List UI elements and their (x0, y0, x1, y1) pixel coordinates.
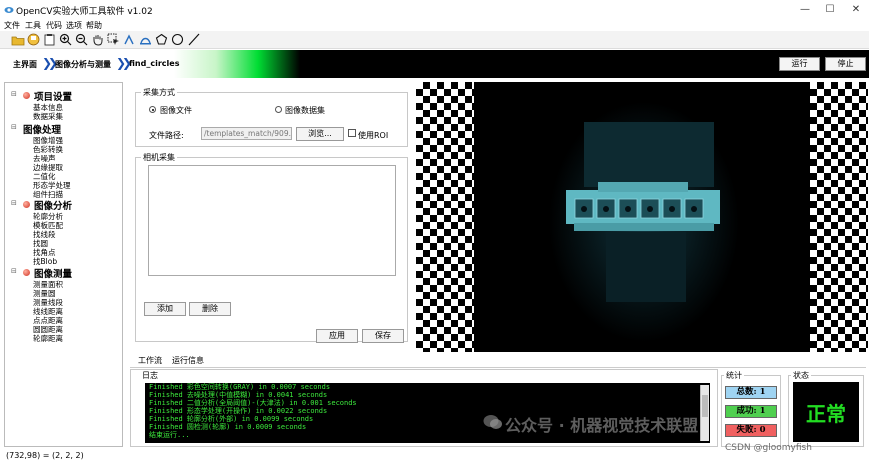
collapse-toggle-icon[interactable]: ⊟ (11, 90, 17, 98)
breadcrumb-current: find_circles (129, 59, 180, 68)
browse-button[interactable]: 浏览... (296, 127, 344, 141)
circle-icon[interactable] (170, 32, 185, 47)
navigation-tree: ⊟ 项目设置 基本信息 数据采集 ⊟ 图像处理 图像增强 色彩转换 去噪声 边缘… (4, 82, 123, 447)
radio-image-dataset[interactable] (275, 106, 282, 113)
checker-border-right (810, 82, 868, 352)
stat-total: 总数: 1 (725, 386, 777, 399)
status-panel: 正常 (793, 382, 859, 442)
menu-options[interactable]: 选项 (66, 20, 82, 31)
tree-item[interactable]: 轮廓距离 (33, 333, 63, 344)
tab-bar: 工作流 运行信息 (130, 355, 360, 367)
checker-border-left (416, 82, 474, 352)
use-roi-label: 使用ROI (358, 131, 389, 140)
log-line: Finished 去噪处理(中值模糊) in 0.0041 seconds (149, 391, 328, 399)
menu-bar: 文件 工具 代码 选项 帮助 (0, 20, 869, 31)
status-value: 正常 (806, 402, 846, 426)
use-roi-checkbox[interactable] (348, 129, 356, 137)
minimize-button[interactable]: — (798, 3, 812, 17)
run-button[interactable]: 运行 (779, 57, 820, 71)
radio-image-file[interactable] (149, 106, 156, 113)
polygon-icon[interactable] (154, 32, 169, 47)
breadcrumb-banner: 主界面 ❯❯ 图像分析与测量 ❯❯ find_circles 运行 停止 (0, 50, 869, 78)
zoom-out-icon[interactable] (74, 32, 89, 47)
title-bar: OpenCV实验大师工具软件 v1.02 — ☐ ✕ (0, 0, 869, 20)
line-icon[interactable] (186, 32, 201, 47)
category-bullet-icon (23, 92, 30, 99)
close-button[interactable]: ✕ (849, 3, 863, 17)
image-viewer[interactable] (416, 82, 868, 352)
tab-workflow[interactable]: 工作流 (138, 355, 162, 366)
collapse-toggle-icon[interactable]: ⊟ (11, 199, 17, 207)
menu-code[interactable]: 代码 (46, 20, 62, 31)
clipboard-icon[interactable] (42, 32, 57, 47)
window-title: OpenCV实验大师工具软件 v1.02 (16, 7, 153, 17)
stat-fail: 失败: 0 (725, 424, 777, 437)
camera-image (474, 82, 810, 352)
category-bullet-icon (23, 201, 30, 208)
credit-text: CSDN @gloomyfish (725, 443, 812, 453)
acquisition-title: 采集方式 (141, 87, 177, 98)
landmark-icon[interactable] (122, 32, 137, 47)
chevron-right-icon: ❯❯ (42, 56, 58, 70)
tree-category[interactable]: 项目设置 (34, 89, 72, 103)
file-path-label: 文件路径: (149, 131, 184, 140)
tree-item[interactable]: 数据采集 (33, 111, 63, 122)
save-icon[interactable] (26, 32, 41, 47)
maximize-button[interactable]: ☐ (823, 3, 837, 17)
log-line: Finished 二值分析(全局阈值)-(大津法) in 0.001 secon… (149, 399, 357, 407)
divider (130, 367, 866, 368)
menu-tools[interactable]: 工具 (25, 20, 41, 31)
camera-list[interactable] (148, 165, 396, 276)
log-title: 日志 (140, 370, 160, 381)
camera-title: 相机采集 (141, 152, 177, 163)
tree-category[interactable]: 图像测量 (34, 266, 72, 280)
chevron-right-icon: ❯❯ (116, 56, 132, 70)
collapse-toggle-icon[interactable]: ⊟ (11, 123, 17, 131)
scroll-thumb[interactable] (702, 395, 708, 417)
radio-image-file-label: 图像文件 (160, 106, 192, 115)
add-button[interactable]: 添加 (144, 302, 186, 316)
app-icon (4, 7, 14, 13)
stat-success: 成功: 1 (725, 405, 777, 418)
delete-button[interactable]: 删除 (189, 302, 231, 316)
stats-title: 统计 (724, 370, 744, 381)
coordinate-readout: (732,98) = (2, 2, 2) (6, 451, 84, 460)
stop-button[interactable]: 停止 (825, 57, 866, 71)
tree-category[interactable]: 图像处理 (23, 122, 61, 136)
watermark-text: 公众号 · 机器视觉技术联盟 (505, 416, 699, 435)
status-title: 状态 (791, 370, 811, 381)
apply-button[interactable]: 应用 (316, 329, 358, 343)
menu-help[interactable]: 帮助 (86, 20, 102, 31)
log-line: Finished 彩色空间转换(GRAY) in 0.0007 seconds (149, 383, 331, 391)
collapse-toggle-icon[interactable]: ⊟ (11, 267, 17, 275)
breadcrumb-home[interactable]: 主界面 (13, 59, 37, 70)
radio-image-dataset-label: 图像数据集 (285, 106, 325, 115)
toolbar (0, 31, 869, 49)
breadcrumb-section[interactable]: 图像分析与测量 (55, 59, 111, 70)
hand-icon[interactable] (90, 32, 105, 47)
category-bullet-icon (23, 269, 30, 276)
tab-run-info[interactable]: 运行信息 (172, 355, 204, 366)
save-button[interactable]: 保存 (362, 329, 404, 343)
tree-category[interactable]: 图像分析 (34, 198, 72, 212)
log-scrollbar[interactable] (700, 385, 709, 441)
wechat-icon (483, 415, 502, 429)
menu-file[interactable]: 文件 (4, 20, 20, 31)
zoom-in-icon[interactable] (58, 32, 73, 47)
folder-open-icon[interactable] (10, 32, 25, 47)
select-cursor-icon[interactable] (106, 32, 121, 47)
roi-icon[interactable] (138, 32, 153, 47)
file-path-input[interactable]: /templates_match/909.jpg (201, 127, 292, 140)
